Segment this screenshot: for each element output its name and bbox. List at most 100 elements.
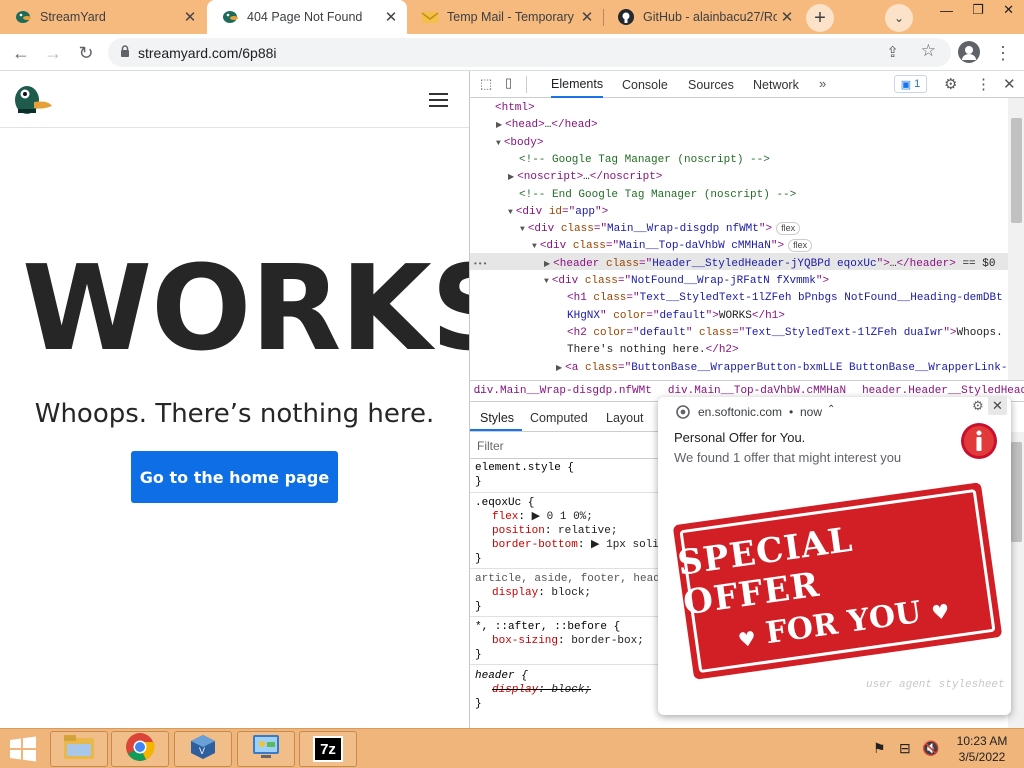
device-toolbar-icon[interactable]: ▯ <box>505 75 512 91</box>
dom-node-selected[interactable]: ▶ <header class="Header__StyledHeader-jYQ… <box>473 256 995 273</box>
network-icon[interactable]: ⊟ <box>899 740 911 757</box>
address-bar[interactable]: streamyard.com/6p88i ⇪ ☆ <box>108 38 951 67</box>
hamburger-menu-icon[interactable] <box>429 93 448 107</box>
share-icon[interactable]: ⇪ <box>886 43 899 61</box>
tab-console[interactable]: Console <box>622 71 668 98</box>
devtools-close-icon[interactable]: ✕ <box>1003 75 1016 93</box>
forward-button[interactable]: → <box>40 40 66 66</box>
dom-node[interactable]: There's nothing here.</h2> <box>556 342 739 359</box>
rule-brace: } <box>475 698 482 710</box>
notification-settings-gear-icon[interactable]: ⚙ <box>972 398 984 414</box>
taskbar-file-explorer[interactable] <box>50 731 108 767</box>
close-icon[interactable]: ✕ <box>577 8 597 26</box>
collapse-triangle-icon[interactable]: ▼ <box>520 225 525 234</box>
tab-sources[interactable]: Sources <box>688 71 734 98</box>
tab-layout[interactable]: Layout <box>606 411 644 425</box>
new-tab-button[interactable]: + <box>806 4 834 32</box>
dom-tree[interactable]: <html> ▶ <head>…</head> ▼ <body> <!-- Google … <box>470 98 1010 380</box>
dom-node[interactable]: ▼ <body> <box>496 135 543 152</box>
tab-temp-mail[interactable]: Temp Mail - Temporary Disposable Email ✕ <box>407 0 603 34</box>
dom-node[interactable]: ▼ <div id="app"> <box>508 204 608 221</box>
collapse-triangle-icon[interactable]: ▼ <box>532 242 537 251</box>
tab-404-page[interactable]: 404 Page Not Found ✕ <box>207 0 407 34</box>
dom-node[interactable]: ▼ <div class="NotFound__Wrap-jRFatN fXvmm… <box>544 273 829 290</box>
taskbar-chrome[interactable] <box>111 731 169 767</box>
chevron-up-icon[interactable]: ⌃ <box>827 404 835 415</box>
dom-node[interactable]: <h2 color="default" class="Text__StyledT… <box>556 325 1003 342</box>
restore-icon[interactable]: ❐ <box>972 2 984 18</box>
css-property[interactable]: flex: ▶ 0 1 0%; <box>492 510 593 524</box>
css-property[interactable]: border-bottom: ▶ 1px solid <box>492 538 658 552</box>
notification-body: We found 1 offer that might interest you <box>674 450 902 465</box>
tab-network[interactable]: Network <box>753 71 799 98</box>
node-actions-ellipsis-icon[interactable]: ••• <box>473 256 487 273</box>
notification-close-icon[interactable]: ✕ <box>988 396 1007 415</box>
dom-node[interactable]: ▼ <div class="Main__Wrap-disgdp nfWMt"> fl… <box>520 221 801 238</box>
folder-icon <box>63 734 95 765</box>
streamyard-logo[interactable] <box>12 82 52 118</box>
collapse-triangle-icon[interactable]: ▼ <box>544 277 549 286</box>
start-button[interactable] <box>8 736 38 762</box>
message-icon: ▣ <box>900 78 912 91</box>
system-clock[interactable]: 10:23 AM 3/5/2022 <box>948 733 1016 765</box>
dom-node[interactable]: ▶ <noscript>…</noscript> <box>508 169 662 186</box>
dom-node[interactable]: ▶ <a class="ButtonBase__WrapperButton-bxm… <box>556 360 1010 377</box>
tab-streamyard[interactable]: StreamYard ✕ <box>0 0 206 34</box>
collapse-triangle-icon[interactable]: ▼ <box>508 208 513 217</box>
expand-triangle-icon[interactable]: ▶ <box>496 121 502 130</box>
tab-computed[interactable]: Computed <box>530 411 588 425</box>
close-icon[interactable]: ✕ <box>777 8 797 26</box>
browser-menu-button[interactable]: ⋮ <box>990 40 1016 66</box>
dom-scrollbar[interactable] <box>1008 98 1024 380</box>
action-center-flag-icon[interactable]: ⚑ <box>873 740 886 757</box>
dom-node[interactable]: <!-- End Google Tag Manager (noscript) -… <box>508 187 796 204</box>
tab-title: 404 Page Not Found <box>247 10 363 24</box>
dom-node[interactable]: <h1 class="Text__StyledText-1lZFeh bPnbg… <box>556 290 1010 307</box>
tab-github[interactable]: GitHub - alainbacu27/RoTools ✕ <box>603 0 803 34</box>
more-tabs-icon[interactable]: » <box>819 76 826 91</box>
dom-node[interactable]: ▶ <head>…</head> <box>496 117 598 134</box>
arrow-left-icon: ← <box>12 42 30 63</box>
devtools-menu-icon[interactable]: ⋮ <box>976 75 991 93</box>
dom-node[interactable]: KHgNX" color="default">WORKS</h1> <box>556 308 785 325</box>
breadcrumb-item[interactable]: div.Main__Wrap-disgdp.nfWMt <box>474 385 660 397</box>
tab-elements[interactable]: Elements <box>551 71 604 98</box>
taskbar-virtualbox[interactable]: V <box>174 731 232 767</box>
back-button[interactable]: ← <box>8 40 34 66</box>
issues-badge[interactable]: ▣ 1 <box>894 75 927 93</box>
collapse-triangle-icon[interactable]: ▼ <box>496 139 501 148</box>
expand-triangle-icon[interactable]: ▶ <box>556 364 562 373</box>
expand-triangle-icon[interactable]: ▶ <box>508 173 514 182</box>
css-rules-list[interactable]: element.style { } .eqoxUc { flex: ▶ 0 1 … <box>470 459 658 728</box>
close-icon[interactable]: ✕ <box>381 8 401 26</box>
flex-badge[interactable]: flex <box>788 239 813 253</box>
dom-node[interactable]: <!-- Google Tag Manager (noscript) --> <box>508 152 770 169</box>
css-property[interactable]: display: block; <box>492 586 591 600</box>
streamyard-duck-icon <box>14 8 32 26</box>
breadcrumb-item[interactable]: div.Main__Top-daVhbW.cMMHaN <box>660 385 854 397</box>
inspect-element-icon[interactable]: ⬚ <box>480 76 492 92</box>
tab-search-button[interactable]: ⌄ <box>885 4 913 32</box>
css-property[interactable]: box-sizing: border-box; <box>492 634 644 648</box>
css-property[interactable]: position: relative; <box>492 524 617 538</box>
dom-node[interactable]: <html> <box>484 100 535 117</box>
bookmark-star-icon[interactable]: ☆ <box>921 41 936 61</box>
css-property-overridden[interactable]: display: block; <box>492 683 591 697</box>
minimize-icon[interactable]: — <box>940 3 953 18</box>
chrome-icon <box>125 732 155 767</box>
styles-filter-input[interactable]: Filter <box>470 432 658 459</box>
clock-time: 10:23 AM <box>956 734 1008 748</box>
reload-button[interactable]: ↻ <box>73 40 99 66</box>
volume-muted-icon[interactable]: 🔇 <box>922 740 939 757</box>
settings-gear-icon[interactable]: ⚙ <box>944 75 957 93</box>
close-icon[interactable]: ✕ <box>180 8 200 26</box>
flex-badge[interactable]: flex <box>776 222 801 236</box>
dom-node[interactable]: ▼ <div class="Main__Top-daVhbW cMMHaN"> fl… <box>532 238 813 255</box>
home-page-button[interactable]: Go to the home page <box>131 451 338 503</box>
tab-styles[interactable]: Styles <box>480 411 514 425</box>
window-close-icon[interactable]: ✕ <box>1003 2 1014 18</box>
taskbar-control-panel[interactable] <box>237 731 295 767</box>
taskbar-7zip[interactable]: 7z <box>299 731 357 767</box>
expand-triangle-icon[interactable]: ▶ <box>544 260 550 269</box>
profile-avatar[interactable] <box>958 41 980 63</box>
